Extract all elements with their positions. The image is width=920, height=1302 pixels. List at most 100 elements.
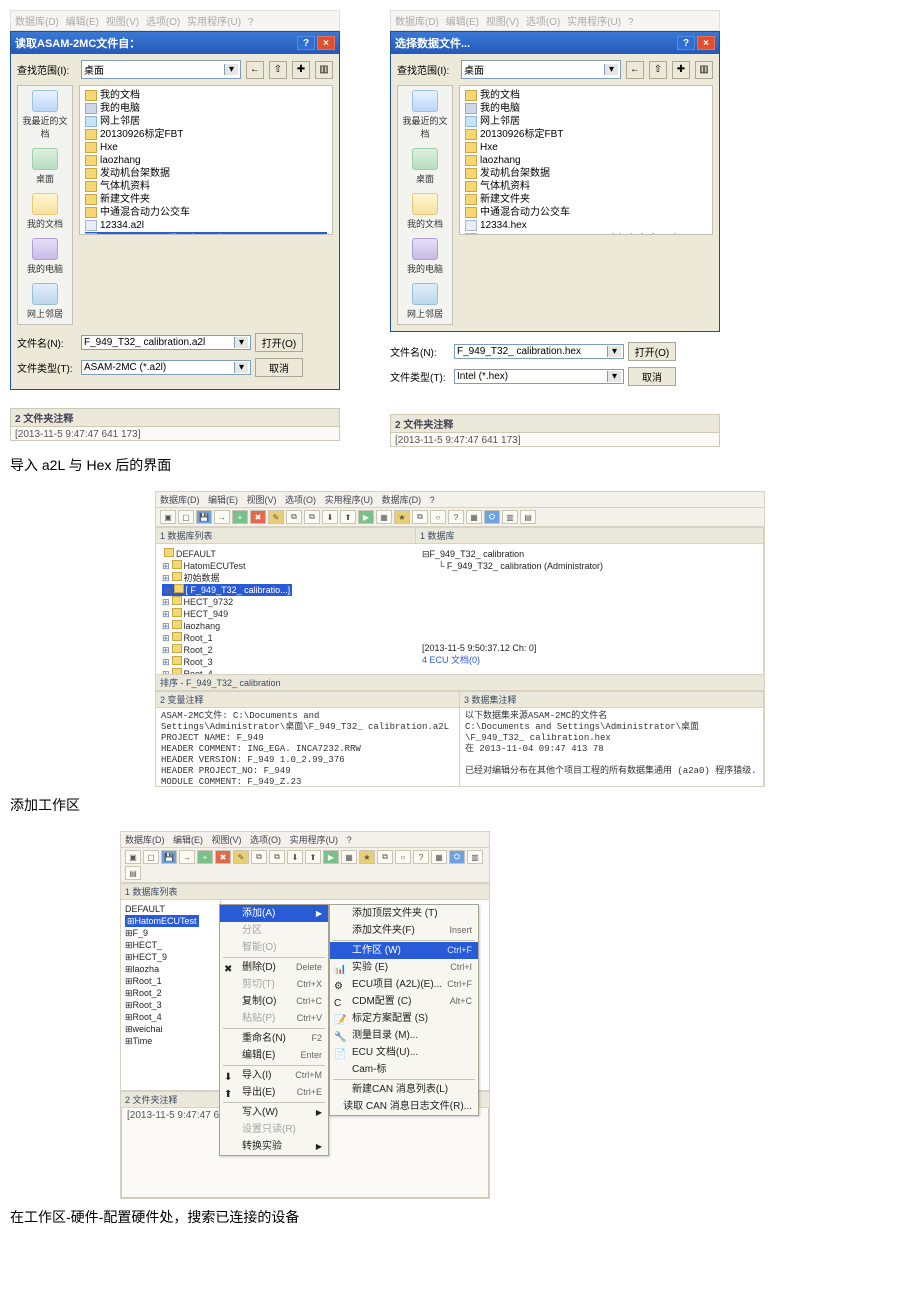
tool-icon[interactable]: ⧉ (286, 510, 302, 524)
list-item[interactable]: 新建文件夹 (465, 193, 707, 206)
tool-icon[interactable]: ○ (430, 510, 446, 524)
newfolder-icon[interactable]: ✚ (672, 61, 690, 79)
list-item[interactable]: 我的文档 (85, 89, 327, 102)
menu-item[interactable]: ⚙ECU项目 (A2L)(E)...Ctrl+F (330, 976, 478, 993)
tool-icon[interactable]: ▦ (466, 510, 482, 524)
menu-item[interactable]: 数据库(D) (395, 17, 439, 28)
tool-icon[interactable]: ⬆ (305, 850, 321, 864)
menu-item[interactable]: 实用程序(U) (325, 495, 374, 505)
tree-node[interactable]: F_949_T32_ calibration (430, 549, 525, 559)
db-tree[interactable]: DEFAULT⊞HatomECUTest⊞初始数据⊞[ F_949_T32_ c… (156, 544, 416, 674)
menu-item[interactable]: 📄ECU 文档(U)... (330, 1044, 478, 1061)
place-network[interactable]: 网上邻居 (18, 279, 72, 324)
menu-item[interactable]: 选项(O) (285, 495, 316, 505)
menu-item[interactable]: 重命名(N)F2 (220, 1030, 328, 1047)
menu-item[interactable]: 添加(A)▶ (220, 905, 328, 922)
cancel-button[interactable]: 取消 (255, 358, 303, 377)
place-recent[interactable]: 我最近的文档 (18, 86, 72, 144)
menu-item[interactable]: ? (248, 17, 254, 28)
delete-icon[interactable]: ✖ (250, 510, 266, 524)
menu-item[interactable]: 选项(O) (146, 17, 180, 28)
tree-node[interactable]: ⊞HECT_9732 (162, 596, 410, 608)
tool-icon[interactable]: ▤ (520, 510, 536, 524)
tool-icon[interactable]: ▢ (178, 510, 194, 524)
menu-item[interactable]: 读取 CAN 消息日志文件(R)... (330, 1098, 478, 1115)
menu-item[interactable]: 实用程序(U) (187, 17, 241, 28)
menu-item[interactable]: 选项(O) (250, 835, 281, 845)
menu-item[interactable]: ⬇导入(I)Ctrl+M (220, 1067, 328, 1084)
list-item[interactable]: 气体机资料 (85, 180, 327, 193)
tool-icon[interactable]: ? (413, 850, 429, 864)
tree-node[interactable]: ⊞Time (125, 1035, 216, 1047)
menu-item[interactable]: 🔧测量目录 (M)... (330, 1027, 478, 1044)
tool-icon[interactable]: ▶ (358, 510, 374, 524)
tool-icon[interactable]: ▥ (502, 510, 518, 524)
tool-icon[interactable]: ⧉ (377, 850, 393, 864)
menu-item[interactable]: ⬆导出(E)Ctrl+E (220, 1084, 328, 1101)
tool-icon[interactable]: ⧉ (251, 850, 267, 864)
filename-combo[interactable]: F_949_T32_ calibration.a2l▾ (81, 335, 251, 350)
list-item[interactable]: 我的文档 (465, 89, 707, 102)
place-computer[interactable]: 我的电脑 (18, 234, 72, 279)
tool-icon[interactable]: ⬆ (340, 510, 356, 524)
tool-icon[interactable]: ▤ (125, 866, 141, 880)
filetype-combo[interactable]: ASAM-2MC (*.a2l)▾ (81, 360, 251, 375)
menu-item[interactable]: 实用程序(U) (567, 17, 621, 28)
list-item[interactable]: 中通混合动力公交车 (465, 206, 707, 219)
tree-node[interactable]: ⊞Root_1 (125, 975, 216, 987)
list-item[interactable]: 发动机台架数据 (85, 167, 327, 180)
menu-item[interactable]: 工作区 (W)Ctrl+F (330, 942, 478, 959)
tool-icon[interactable]: ✎ (233, 850, 249, 864)
menu-item[interactable]: 编辑(E)Enter (220, 1047, 328, 1064)
list-item[interactable]: 网上邻居 (465, 115, 707, 128)
menu-item[interactable]: 编辑(E) (208, 495, 238, 505)
tool-icon[interactable]: ★ (359, 850, 375, 864)
tree-node[interactable]: ⊞初始数据 (162, 572, 410, 584)
menu-item[interactable]: 新建CAN 消息列表(L) (330, 1081, 478, 1098)
save-icon[interactable]: 💾 (196, 510, 212, 524)
menu-item[interactable]: ? (430, 495, 435, 505)
menu-item[interactable]: 视图(V) (106, 17, 139, 28)
close-icon[interactable]: × (697, 36, 715, 50)
cancel-button[interactable]: 取消 (628, 367, 676, 386)
tool-icon[interactable]: ○ (395, 850, 411, 864)
open-button[interactable]: 打开(O) (628, 342, 676, 361)
tree-node[interactable]: DEFAULT (125, 903, 216, 915)
delete-icon[interactable]: ✖ (215, 850, 231, 864)
tree-node[interactable]: ⊞Root_1 (162, 632, 410, 644)
menu-item[interactable]: ? (628, 17, 634, 28)
tool-icon[interactable]: ▢ (143, 850, 159, 864)
menu-item[interactable]: ✖删除(D)Delete (220, 959, 328, 976)
tree-node[interactable]: ⊞[ F_949_T32_ calibratio...] (162, 584, 292, 596)
file-list-b[interactable]: 我的文档我的电脑网上邻居20130926标定FBTHxelaozhang发动机台… (459, 85, 713, 235)
menu-item[interactable]: 写入(W)▶ (220, 1104, 328, 1121)
menu-item[interactable]: 复制(O)Ctrl+C (220, 993, 328, 1010)
up-icon[interactable]: ⇧ (269, 61, 287, 79)
tree-node[interactable]: ⊞HatomECUTest (162, 560, 410, 572)
list-item[interactable]: F_949_T32_ calibration.a2l (85, 232, 327, 235)
tree-node[interactable]: ⊞HECT_ (125, 939, 216, 951)
list-item[interactable]: 20130926标定FBT (465, 128, 707, 141)
tool-icon[interactable]: ? (448, 510, 464, 524)
tool-icon[interactable]: ⧉ (304, 510, 320, 524)
view-icon[interactable]: ▥ (315, 61, 333, 79)
tree-node[interactable]: ⊞HatomECUTest (125, 915, 199, 927)
look-in-combo[interactable]: 桌面 ▾ (81, 60, 241, 79)
view-icon[interactable]: ▥ (695, 61, 713, 79)
close-icon[interactable]: × (317, 36, 335, 50)
list-item[interactable]: 网上邻居 (85, 115, 327, 128)
menu-item[interactable]: 数据库(D) (160, 495, 200, 505)
menu-item[interactable]: 视图(V) (247, 495, 277, 505)
place-network[interactable]: 网上邻居 (398, 279, 452, 324)
tool-icon[interactable]: ▣ (125, 850, 141, 864)
tool-icon[interactable]: + (197, 850, 213, 864)
menu-item[interactable]: 选项(O) (526, 17, 560, 28)
list-item[interactable]: 12334.a2l (85, 219, 327, 232)
help-icon[interactable]: ? (677, 36, 695, 50)
tree-node[interactable]: ⊞weichai (125, 1023, 216, 1035)
tool-icon[interactable]: ⛭ (449, 850, 465, 864)
tool-icon[interactable]: ⛭ (484, 510, 500, 524)
menu-item[interactable]: ? (347, 835, 352, 845)
menu-item[interactable]: 📝标定方案配置 (S) (330, 1010, 478, 1027)
tool-icon[interactable]: → (179, 850, 195, 864)
